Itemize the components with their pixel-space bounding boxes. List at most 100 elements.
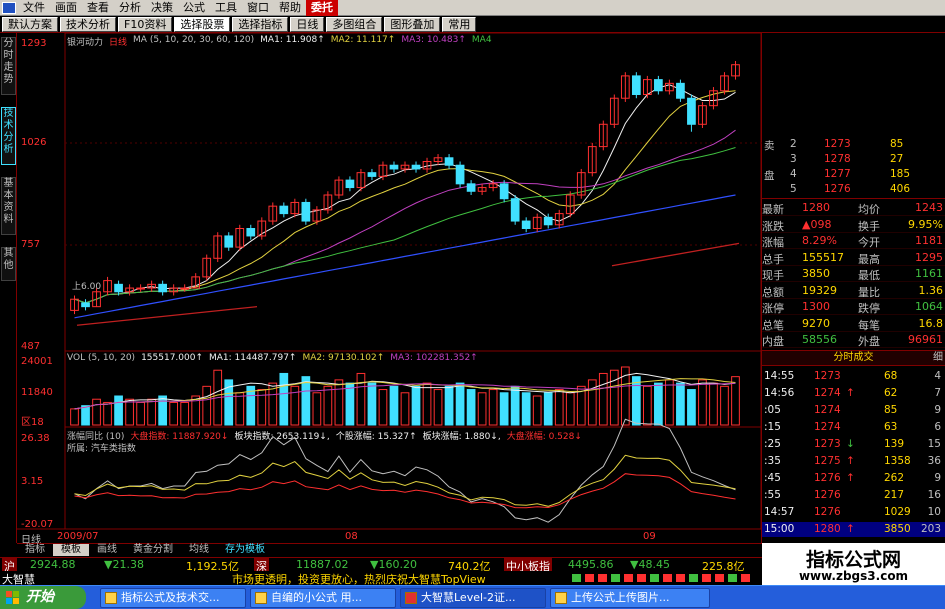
orderbook-row[interactable]: 3 1278 27 <box>762 153 945 167</box>
trade-row[interactable]: :25 1273 ↓ 139 15 <box>762 437 945 452</box>
trade-price: 1275 <box>814 455 841 467</box>
orderbook-volume: 85 <box>890 138 904 150</box>
task-button[interactable]: 指标公式及技术交... <box>100 588 246 608</box>
toolbar-tech-analysis[interactable]: 技术分析 <box>60 16 116 32</box>
stat-row: 最新 1280 均价 1243 <box>762 200 945 216</box>
candle-body <box>246 227 256 237</box>
toolbar-select-stock[interactable]: 选择股票 <box>174 16 231 32</box>
ma10-line <box>74 90 736 304</box>
orderbook-row[interactable]: 5 1276 406 <box>762 183 945 197</box>
trade-arrow: ↑ <box>846 455 855 467</box>
toolbar-common[interactable]: 常用 <box>442 16 477 32</box>
stat-label: 总笔 <box>762 318 784 332</box>
tab-save-template[interactable]: 存为模板 <box>217 544 273 556</box>
price-axis-label: 1293 <box>21 38 47 49</box>
volume-bar <box>587 379 597 426</box>
volume-bar <box>565 392 575 426</box>
task-button[interactable]: 自编的小公式 用... <box>250 588 396 608</box>
news-bar: 大智慧 市场更透明，投资更放心，热烈庆祝大智慧TopView <box>0 571 762 586</box>
chart-area[interactable]: 1293 1026 757 487 银河动力 日线 MA (5, 10, 20,… <box>17 33 762 546</box>
toolbar-default-scheme[interactable]: 默认方案 <box>2 16 58 32</box>
trade-row[interactable]: 14:55 1273 68 4 <box>762 369 945 384</box>
vol-axis-label: 24001 <box>21 356 53 367</box>
stat-label: 最低 <box>858 269 880 282</box>
menu-tools[interactable]: 工具 <box>210 0 242 16</box>
task-button[interactable]: 上传公式上传图片... <box>550 588 710 608</box>
trade-header-tab[interactable]: 细 <box>933 351 943 365</box>
date-axis-label: 08 <box>345 531 358 542</box>
candle-body <box>444 157 454 166</box>
menu-file[interactable]: 文件 <box>18 0 50 16</box>
menu-screen[interactable]: 画面 <box>50 0 82 16</box>
trade-row[interactable]: 15:00 1280 ↑ 3850 203 <box>762 522 945 537</box>
candle-body <box>345 179 355 189</box>
menu-window[interactable]: 窗口 <box>242 0 274 16</box>
menu-bar: 文件 画面 查看 分析 决策 公式 工具 窗口 帮助 委托 <box>0 0 945 16</box>
trade-row[interactable]: 14:56 1274 ↑ 62 7 <box>762 386 945 401</box>
mini-indicator-cell <box>702 574 711 582</box>
trade-row[interactable]: 14:57 1276 1029 10 <box>762 505 945 520</box>
volume-bar <box>488 389 498 426</box>
trade-time: :15 <box>764 421 781 433</box>
menu-decision[interactable]: 决策 <box>146 0 178 16</box>
tab-fundamentals[interactable]: 基本资料 <box>1 177 16 235</box>
tab-draw-line[interactable]: 画线 <box>89 544 125 556</box>
task-button[interactable]: 大智慧Level-2证... <box>400 588 546 608</box>
toolbar-f10[interactable]: F10资料 <box>118 16 173 32</box>
tab-golden-section[interactable]: 黄金分割 <box>125 544 181 556</box>
tab-indicator[interactable]: 指标 <box>17 544 53 556</box>
stat-label: 跌停 <box>858 302 880 315</box>
orderbook-row[interactable]: 盘 4 1277 185 <box>762 168 945 182</box>
zx-change: ▼48.45 <box>630 558 670 571</box>
volume-bar <box>598 372 608 426</box>
start-button[interactable]: 开始 <box>0 586 86 609</box>
menu-analysis[interactable]: 分析 <box>114 0 146 16</box>
toolbar-multi-chart[interactable]: 多图组合 <box>326 16 383 32</box>
trade-row[interactable]: :05 1274 85 9 <box>762 403 945 418</box>
stat-label: 涨停 <box>762 302 784 315</box>
volume-bar <box>532 395 542 426</box>
tab-technical[interactable]: 技术分析 <box>1 107 16 165</box>
volume-bar <box>466 389 476 426</box>
candle-body <box>136 287 145 290</box>
candle-body <box>631 75 641 96</box>
volume-bar <box>521 392 531 426</box>
trade-time: 14:57 <box>764 506 795 518</box>
tab-template[interactable]: 模板 <box>53 544 89 556</box>
menu-help[interactable]: 帮助 <box>274 0 306 16</box>
trade-count: 36 <box>927 455 941 467</box>
trade-header[interactable]: 分时成交细 <box>762 350 945 366</box>
ma-params: MA (5, 10, 20, 30, 60, 120) <box>133 35 255 45</box>
ind-axis-label: -20.07 <box>21 519 54 530</box>
toolbar-overlay[interactable]: 图形叠加 <box>384 16 441 32</box>
kline-chart[interactable] <box>17 33 762 543</box>
trade-count: 16 <box>927 489 941 501</box>
trade-row[interactable]: :15 1274 63 6 <box>762 420 945 435</box>
trade-time: :25 <box>764 438 781 450</box>
volume-bar <box>543 392 553 426</box>
volume-bar <box>720 385 729 426</box>
orderbook-row[interactable]: 卖 2 1273 85 <box>762 138 945 152</box>
menu-formula[interactable]: 公式 <box>178 0 210 16</box>
trade-price: 1274 <box>814 421 841 433</box>
trade-row[interactable]: :35 1275 ↑ 1358 36 <box>762 454 945 469</box>
windows-taskbar: 开始 指标公式及技术交... 自编的小公式 用... 大智慧Level-2证..… <box>0 585 945 609</box>
menu-trade[interactable]: 委托 <box>306 0 338 16</box>
toolbar-select-indicator[interactable]: 选择指标 <box>232 16 289 32</box>
volume-bar <box>367 382 377 426</box>
stat-value: 1243 <box>915 201 943 214</box>
orderbook-volume: 185 <box>890 168 911 180</box>
toolbar-daily[interactable]: 日线 <box>290 16 325 32</box>
stat-label: 每笔 <box>858 318 880 332</box>
trade-row[interactable]: :55 1276 217 16 <box>762 488 945 503</box>
stat-value: 58556 <box>802 333 837 346</box>
price-axis-label: 757 <box>21 239 41 250</box>
tab-moving-average[interactable]: 均线 <box>181 544 217 556</box>
menu-view[interactable]: 查看 <box>82 0 114 16</box>
volume-bar <box>654 382 663 426</box>
tab-intraday[interactable]: 分时走势 <box>1 37 16 95</box>
volume-bar <box>643 385 652 426</box>
trade-row[interactable]: :45 1276 ↑ 262 9 <box>762 471 945 486</box>
tab-other[interactable]: 其他 <box>1 247 16 281</box>
ma5-line <box>74 84 736 304</box>
